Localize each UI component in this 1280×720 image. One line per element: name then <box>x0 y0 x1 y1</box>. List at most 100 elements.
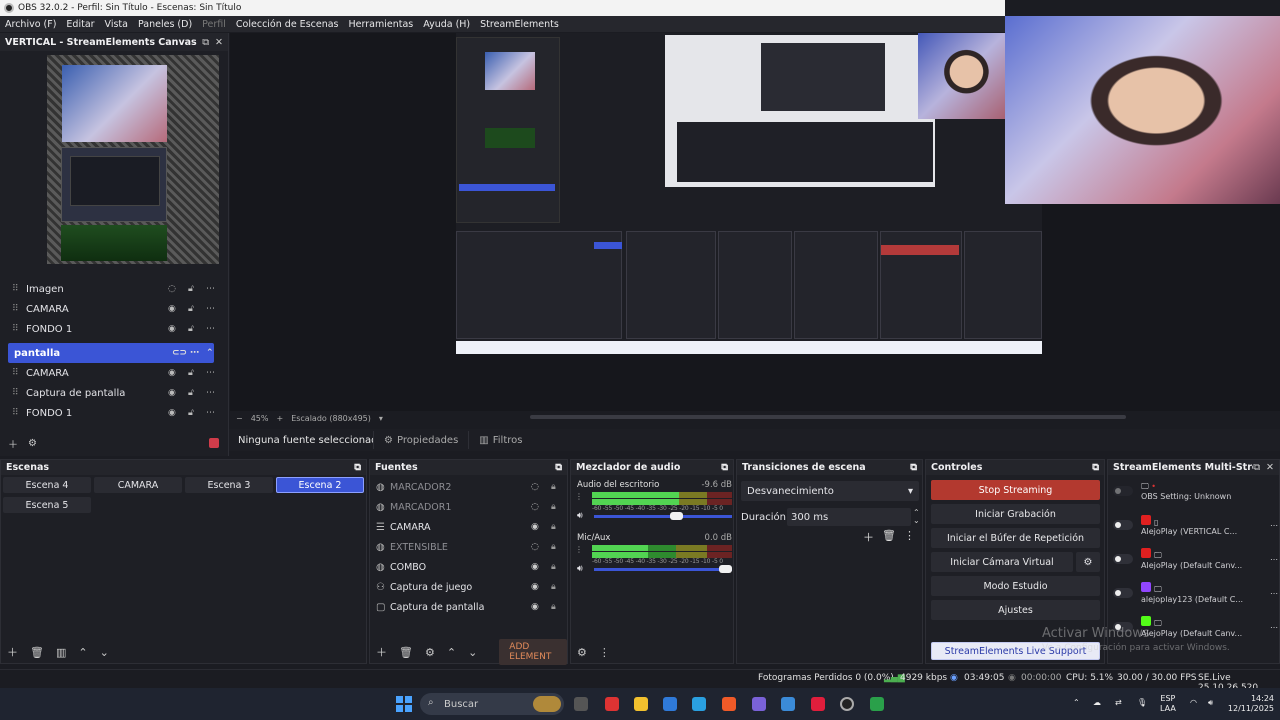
transition-select[interactable]: Desvanecimiento ▾ <box>741 481 919 501</box>
mic-icon[interactable]: 🎙︎ <box>1137 698 1147 708</box>
windows-start-icon[interactable] <box>396 696 412 712</box>
list-item[interactable]: ☰ CAMARA ◉ 🔒︎ <box>370 517 567 537</box>
scene-button[interactable]: Escena 4 <box>3 477 91 493</box>
toggle-switch[interactable] <box>1113 520 1133 530</box>
eye-icon[interactable]: ◉ <box>531 602 539 612</box>
eye-hidden-icon[interactable]: ◌ <box>531 542 539 552</box>
virtual-camera-button[interactable]: Iniciar Cámara Virtual <box>931 552 1073 572</box>
network-icon[interactable]: ⇄ <box>1115 698 1122 708</box>
toggle-switch[interactable] <box>1113 554 1133 564</box>
studio-mode-button[interactable]: Modo Estudio <box>931 576 1100 596</box>
add-icon[interactable]: ＋ <box>863 529 874 545</box>
vertical-preview[interactable] <box>47 55 219 264</box>
lock-icon[interactable]: 🔓︎ <box>188 324 194 334</box>
more-icon[interactable]: ⋯ <box>1270 589 1278 598</box>
drag-handle-icon[interactable]: ⠿ <box>12 408 26 418</box>
trash-icon[interactable]: 🗑︎ <box>882 529 896 545</box>
lock-icon[interactable]: 🔒︎ <box>551 602 556 612</box>
lock-icon[interactable]: 🔒︎ <box>551 502 556 512</box>
link-icon[interactable]: ⊂⊃ <box>172 348 187 358</box>
volume-icon[interactable]: 🔊︎ <box>1208 698 1213 708</box>
list-item[interactable]: ⠿ CAMARA ◉ 🔓︎ ⋯ <box>0 299 222 319</box>
trash-icon[interactable]: 🗑︎ <box>399 646 413 659</box>
chevron-up-icon[interactable]: ⌃ <box>1073 698 1080 708</box>
scene-button-active[interactable]: Escena 2 <box>276 477 364 493</box>
store-icon[interactable] <box>663 697 677 711</box>
lock-icon[interactable]: 🔒︎ <box>551 542 556 552</box>
more-icon[interactable]: ⋯ <box>1270 555 1278 564</box>
edge-icon[interactable] <box>692 697 706 711</box>
zoom-in-icon[interactable]: + <box>276 414 283 423</box>
more-icon[interactable]: ⋯ <box>206 324 215 334</box>
eye-hidden-icon[interactable]: ◌ <box>168 284 176 294</box>
list-item[interactable]: ⚇ Captura de juego ◉ 🔒︎ <box>370 577 567 597</box>
duration-field[interactable]: 300 ms <box>787 508 911 526</box>
more-vertical-icon[interactable]: ⋮ <box>575 545 583 554</box>
chevron-up-icon[interactable]: ⌃ <box>206 348 214 358</box>
discord-icon[interactable] <box>752 697 766 711</box>
stop-streaming-button[interactable]: Stop Streaming <box>931 480 1100 500</box>
list-item[interactable]: ⠿ FONDO 1 ◉ 🔓︎ ⋯ <box>0 403 222 423</box>
more-icon[interactable]: ⋯ <box>206 368 215 378</box>
main-preview[interactable] <box>230 16 1280 411</box>
speaker-icon[interactable]: 🔊︎ <box>577 564 583 574</box>
volume-slider[interactable] <box>594 512 732 520</box>
wifi-icon[interactable]: ◠ <box>1190 698 1197 708</box>
horizontal-scrollbar[interactable] <box>530 415 1126 419</box>
chevron-down-icon[interactable]: ⌄ <box>468 646 477 659</box>
add-element-button[interactable]: ADD ELEMENT <box>499 639 567 665</box>
properties-button[interactable]: ⚙ Propiedades <box>373 431 468 449</box>
close-icon[interactable]: ✕ <box>215 37 223 48</box>
start-recording-button[interactable]: Iniciar Grabación <box>931 504 1100 524</box>
taskbar-search[interactable]: ⌕ Buscar <box>420 693 564 715</box>
more-icon[interactable]: ⋯ <box>1270 623 1278 632</box>
trash-icon[interactable]: 🗑︎ <box>30 646 44 659</box>
add-icon[interactable]: ＋ <box>7 644 18 660</box>
eye-icon[interactable]: ◉ <box>168 324 176 334</box>
eye-icon[interactable]: ◉ <box>531 562 539 572</box>
undock-icon[interactable]: ⧉ <box>1253 462 1260 473</box>
undock-icon[interactable]: ⧉ <box>1092 462 1099 473</box>
lock-icon[interactable]: 🔓︎ <box>188 284 194 294</box>
more-icon[interactable]: ⋯ <box>1270 521 1278 530</box>
drag-handle-icon[interactable]: ⠿ <box>12 388 26 398</box>
list-item[interactable]: ◍ EXTENSIBLE ◌ 🔒︎ <box>370 537 567 557</box>
language-indicator[interactable]: ESP LAA <box>1160 694 1176 714</box>
float-icon[interactable]: ⧉ <box>202 37 209 48</box>
more-icon[interactable]: ⋯ <box>206 408 215 418</box>
file-explorer-icon[interactable] <box>634 697 648 711</box>
obs-taskbar-icon[interactable] <box>840 697 854 711</box>
drag-handle-icon[interactable]: ⠿ <box>12 284 26 294</box>
wps-icon[interactable] <box>605 697 619 711</box>
zoom-out-icon[interactable]: − <box>236 414 243 423</box>
eye-icon[interactable]: ◉ <box>168 388 176 398</box>
list-item[interactable]: ◍ MARCADOR2 ◌ 🔒︎ <box>370 477 567 497</box>
settings-button[interactable]: Ajustes <box>931 600 1100 620</box>
clock[interactable]: 14:24 12/11/2025 <box>1226 694 1274 714</box>
scene-button[interactable]: Escena 3 <box>185 477 273 493</box>
menu-archivo[interactable]: Archivo (F) <box>0 19 61 30</box>
cloud-icon[interactable]: ☁ <box>1093 698 1101 708</box>
spinner-icon[interactable]: ⌃ ⌄ <box>913 509 920 525</box>
lock-icon[interactable]: 🔓︎ <box>188 368 194 378</box>
list-item[interactable]: ⠿ Captura de pantalla ◉ 🔓︎ ⋯ <box>0 383 222 403</box>
menu-perfil[interactable]: Perfil <box>197 19 231 30</box>
list-item[interactable]: ◍ MARCADOR1 ◌ 🔒︎ <box>370 497 567 517</box>
undock-icon[interactable]: ⧉ <box>910 462 917 473</box>
menu-paneles[interactable]: Paneles (D) <box>133 19 197 30</box>
filters-button[interactable]: ▥ Filtros <box>468 431 532 449</box>
toggle-switch[interactable] <box>1113 588 1133 598</box>
list-item[interactable]: ▢ Captura de pantalla ◉ 🔒︎ <box>370 597 567 617</box>
lock-icon[interactable]: 🔓︎ <box>188 388 194 398</box>
menu-ayuda[interactable]: Ayuda (H) <box>418 19 475 30</box>
undock-icon[interactable]: ⧉ <box>354 462 361 473</box>
volume-slider[interactable] <box>594 565 733 573</box>
eye-hidden-icon[interactable]: ◌ <box>531 502 539 512</box>
brave-icon[interactable] <box>722 697 736 711</box>
menu-vista[interactable]: Vista <box>100 19 133 30</box>
eye-hidden-icon[interactable]: ◌ <box>531 482 539 492</box>
drag-handle-icon[interactable]: ⠿ <box>12 324 26 334</box>
more-icon[interactable]: ⋯ <box>206 284 215 294</box>
eye-icon[interactable]: ◉ <box>531 522 539 532</box>
opera-icon[interactable] <box>811 697 825 711</box>
